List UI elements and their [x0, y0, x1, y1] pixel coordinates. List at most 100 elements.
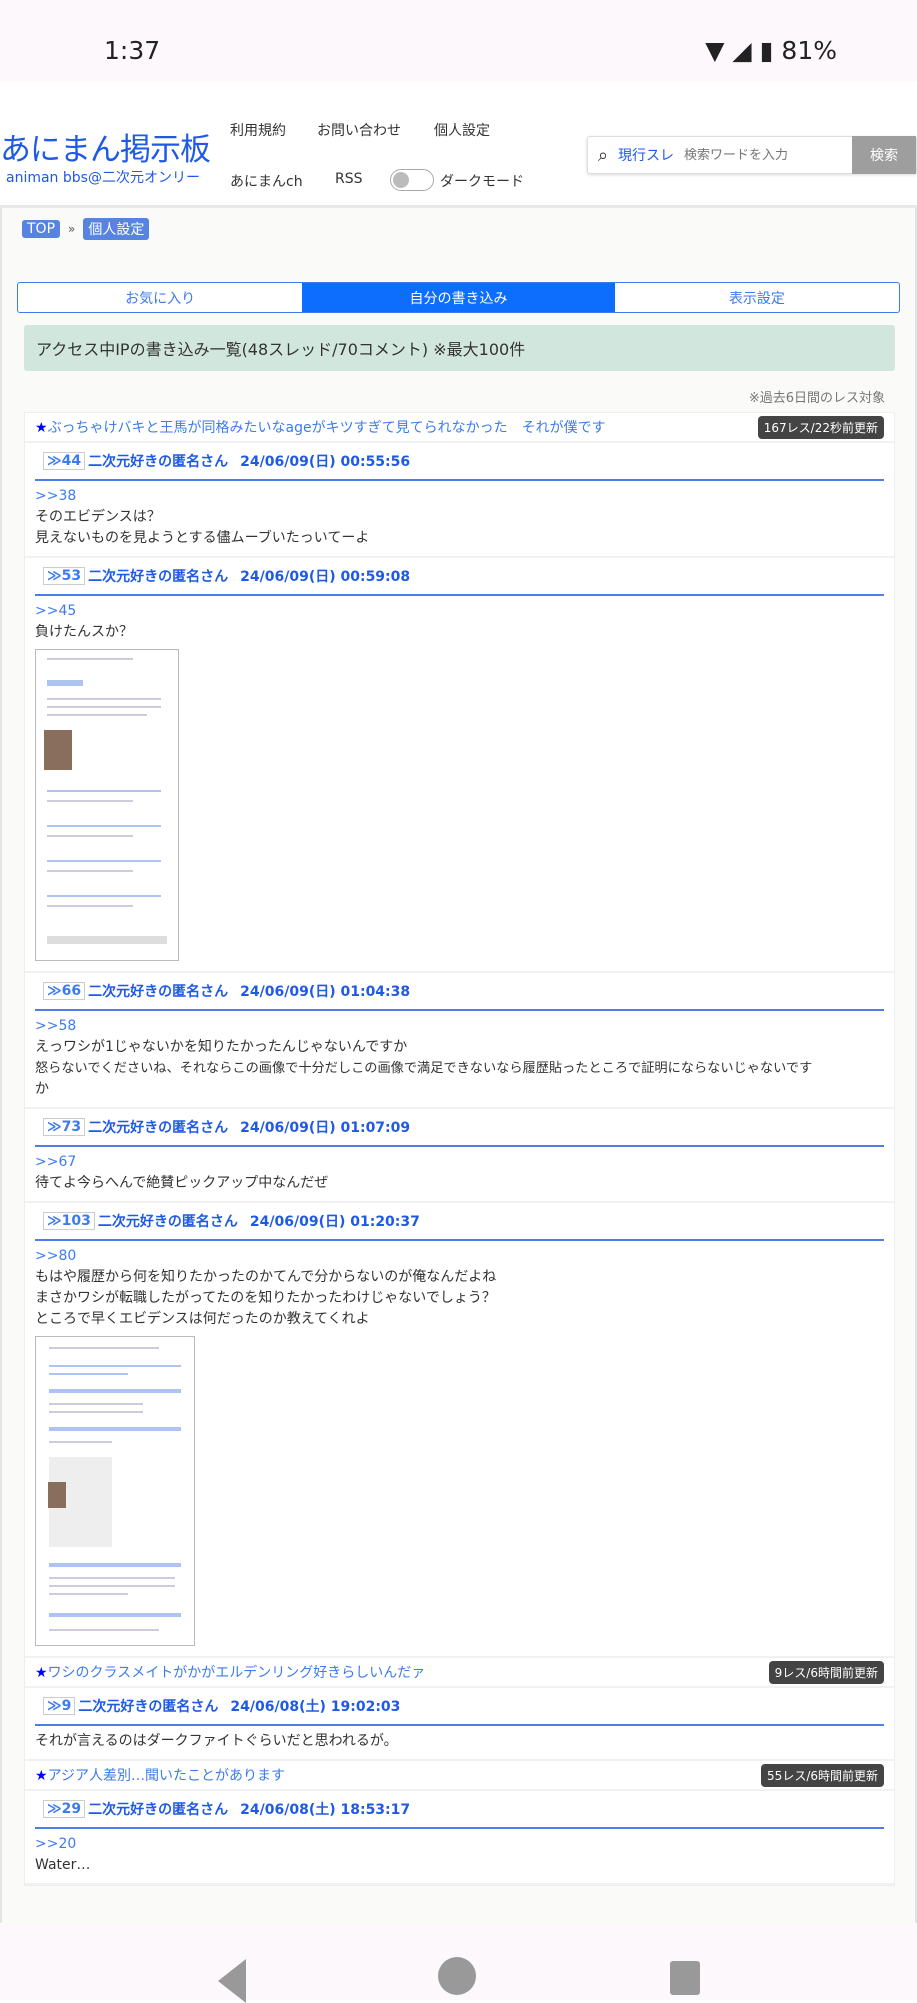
post-text: 見えないものを見ようとする儘ムーブいたっいてーよ: [35, 530, 370, 546]
post-date: 24/06/08(土) 19:02:03: [230, 1699, 401, 1715]
post-number[interactable]: ≫9: [43, 1697, 76, 1715]
post-text: か: [35, 1081, 49, 1097]
post-header: ≫29 二次元好きの匿名さん 24/06/08(土) 18:53:17: [35, 1791, 884, 1829]
thread-badge: 55レス/6時間前更新: [761, 1763, 884, 1787]
star-icon: ★: [35, 1768, 48, 1784]
thread-title[interactable]: ★アジア人差別…聞いたことがあります: [35, 1765, 285, 1785]
reply-anchor[interactable]: >>45: [35, 601, 884, 622]
site-header: あにまん掲示板 animan bbs@二次元オンリー 利用規約 お問い合わせ 個…: [0, 82, 917, 208]
breadcrumb: TOP » 個人設定: [22, 218, 895, 240]
post-author: 二次元好きの匿名さん: [78, 1699, 219, 1715]
tab-my-posts[interactable]: 自分の書き込み: [302, 283, 615, 312]
post-header: ≫53 二次元好きの匿名さん 24/06/09(日) 00:59:08: [35, 558, 884, 596]
menu-rss[interactable]: RSS: [335, 171, 363, 187]
period-note: ※過去6日間のレス対象: [748, 391, 885, 406]
post-text: えっワシが1じゃないかを知りたかったんじゃないんですか: [35, 1039, 408, 1055]
post-author: 二次元好きの匿名さん: [88, 454, 229, 470]
star-icon: ★: [35, 420, 48, 436]
post-date: 24/06/09(日) 00:59:08: [240, 569, 411, 585]
post-date: 24/06/08(土) 18:53:17: [240, 1802, 411, 1818]
recents-icon[interactable]: [670, 1961, 700, 1995]
menu-terms[interactable]: 利用規約: [230, 120, 286, 140]
post-text: まさかワシが転職したがってたのを知りたかったわけじゃないでしょう？: [35, 1290, 496, 1306]
post-text: 負けたんスか？: [35, 624, 133, 640]
post-header: ≫73 二次元好きの匿名さん 24/06/09(日) 01:07:09: [35, 1109, 884, 1147]
post-date: 24/06/09(日) 00:55:56: [240, 454, 411, 470]
post-author: 二次元好きの匿名さん: [88, 1802, 229, 1818]
post-text: もはや履歴から何を知りたかったのかてんで分からないのが俺なんだよね: [35, 1269, 497, 1285]
breadcrumb-separator: »: [68, 222, 76, 236]
post-number[interactable]: ≫44: [43, 452, 86, 470]
post-date: 24/06/09(日) 01:04:38: [240, 984, 411, 1000]
thread-title-text: ワシのクラスメイトがかがエルデンリング好きらしいんだァ: [47, 1665, 426, 1681]
post: ≫73 二次元好きの匿名さん 24/06/09(日) 01:07:09 >>67 待…: [25, 1109, 894, 1203]
search-bar: ⌕ 現行スレ 検索: [587, 136, 917, 174]
star-icon: ★: [35, 1665, 48, 1681]
post: ≫53 二次元好きの匿名さん 24/06/09(日) 00:59:08 >>45 負…: [25, 558, 894, 973]
post: ≫66 二次元好きの匿名さん 24/06/09(日) 01:04:38 >>58 え…: [25, 973, 894, 1109]
status-time: 1:37: [104, 36, 161, 65]
reply-anchor[interactable]: >>67: [35, 1152, 884, 1173]
reply-anchor[interactable]: >>20: [35, 1834, 884, 1855]
reply-anchor[interactable]: >>80: [35, 1246, 884, 1267]
site-logo[interactable]: あにまん掲示板 animan bbs@二次元オンリー: [0, 124, 211, 187]
post-number[interactable]: ≫103: [43, 1212, 95, 1230]
menu-contact[interactable]: お問い合わせ: [317, 120, 401, 140]
post-number[interactable]: ≫73: [43, 1118, 86, 1136]
logo-subtitle: animan bbs@二次元オンリー: [6, 170, 200, 186]
thread-row[interactable]: ★ぶっちゃけバキと王馬が同格みたいなageがキツすぎて見てられなかった それが僕…: [25, 413, 894, 443]
post-text: それが言えるのはダークファイトぐらいだと思われるが。: [35, 1733, 398, 1749]
thread-row[interactable]: ★アジア人差別…聞いたことがあります 55レス/6時間前更新: [25, 1761, 894, 1791]
menu-settings[interactable]: 個人設定: [434, 120, 490, 140]
settings-tabs: お気に入り 自分の書き込み 表示設定: [17, 282, 900, 313]
breadcrumb-top[interactable]: TOP: [22, 220, 61, 238]
thread-title[interactable]: ★ぶっちゃけバキと王馬が同格みたいなageがキツすぎて見てられなかった それが僕…: [35, 417, 606, 437]
wifi-icon: ▼: [705, 36, 725, 65]
breadcrumb-settings[interactable]: 個人設定: [83, 218, 150, 240]
main-content: TOP » 個人設定 お気に入り 自分の書き込み 表示設定 アクセス中IPの書き…: [0, 208, 917, 1923]
post-text: 怒らないでくださいね、それならこの画像で十分だしこの画像で満足できないなら履歴貼…: [35, 1061, 813, 1076]
thread-row[interactable]: ★ワシのクラスメイトがかがエルデンリング好きらしいんだァ 9レス/6時間前更新: [25, 1658, 894, 1688]
search-input[interactable]: [684, 147, 834, 163]
thread-badge: 9レス/6時間前更新: [768, 1660, 884, 1684]
menu-animanch[interactable]: あにまんch: [230, 171, 303, 191]
post-text: ところで早くエビデンスは何だったのか教えてくれよ: [35, 1311, 370, 1327]
back-icon[interactable]: [218, 1959, 246, 2003]
post: ≫9 二次元好きの匿名さん 24/06/08(土) 19:02:03 それが言えるの…: [25, 1688, 894, 1761]
attached-screenshot-image[interactable]: [35, 1336, 195, 1646]
post-header: ≫9 二次元好きの匿名さん 24/06/08(土) 19:02:03: [35, 1688, 884, 1726]
reply-anchor[interactable]: >>58: [35, 1016, 884, 1037]
attached-screenshot-image[interactable]: [35, 649, 179, 961]
signal-icon: ◢: [732, 36, 752, 65]
post-author: 二次元好きの匿名さん: [88, 984, 229, 1000]
post-date: 24/06/09(日) 01:07:09: [240, 1120, 411, 1136]
post: ≫103 二次元好きの匿名さん 24/06/09(日) 01:20:37 >>80 …: [25, 1203, 894, 1658]
search-scope[interactable]: 現行スレ: [618, 145, 674, 165]
post-text: Water…: [35, 1857, 91, 1873]
thread-title-text: アジア人差別…聞いたことがあります: [47, 1768, 286, 1784]
post: ≫44 二次元好きの匿名さん 24/06/09(日) 00:55:56 >>38 そ…: [25, 443, 894, 558]
post-list: ★ぶっちゃけバキと王馬が同格みたいなageがキツすぎて見てられなかった それが僕…: [24, 412, 895, 1886]
info-banner: アクセス中IPの書き込み一覧(48スレッド/70コメント) ※最大100件: [24, 325, 895, 371]
tab-favorites[interactable]: お気に入り: [18, 283, 302, 312]
android-nav-bar: [0, 1923, 917, 2003]
post: ≫29 二次元好きの匿名さん 24/06/08(土) 18:53:17 >>20 W…: [25, 1791, 894, 1885]
post-author: 二次元好きの匿名さん: [97, 1214, 238, 1230]
search-button[interactable]: 検索: [852, 136, 916, 174]
post-date: 24/06/09(日) 01:20:37: [249, 1214, 420, 1230]
post-header: ≫103 二次元好きの匿名さん 24/06/09(日) 01:20:37: [35, 1203, 884, 1241]
post-number[interactable]: ≫29: [43, 1800, 86, 1818]
post-number[interactable]: ≫53: [43, 567, 86, 585]
home-icon[interactable]: [438, 1957, 476, 1995]
post-header: ≫66 二次元好きの匿名さん 24/06/09(日) 01:04:38: [35, 973, 884, 1011]
dark-mode-toggle[interactable]: [390, 169, 434, 191]
battery-icon: ▮: [759, 36, 774, 65]
tab-display-settings[interactable]: 表示設定: [615, 283, 899, 312]
post-number[interactable]: ≫66: [43, 982, 86, 1000]
reply-anchor[interactable]: >>38: [35, 486, 884, 507]
post-author: 二次元好きの匿名さん: [88, 569, 229, 585]
thread-title[interactable]: ★ワシのクラスメイトがかがエルデンリング好きらしいんだァ: [35, 1662, 425, 1682]
logo-title: あにまん掲示板: [0, 132, 211, 168]
post-text: 待てよ今らへんで絶賛ピックアップ中なんだぜ: [35, 1175, 329, 1191]
post-author: 二次元好きの匿名さん: [88, 1120, 229, 1136]
